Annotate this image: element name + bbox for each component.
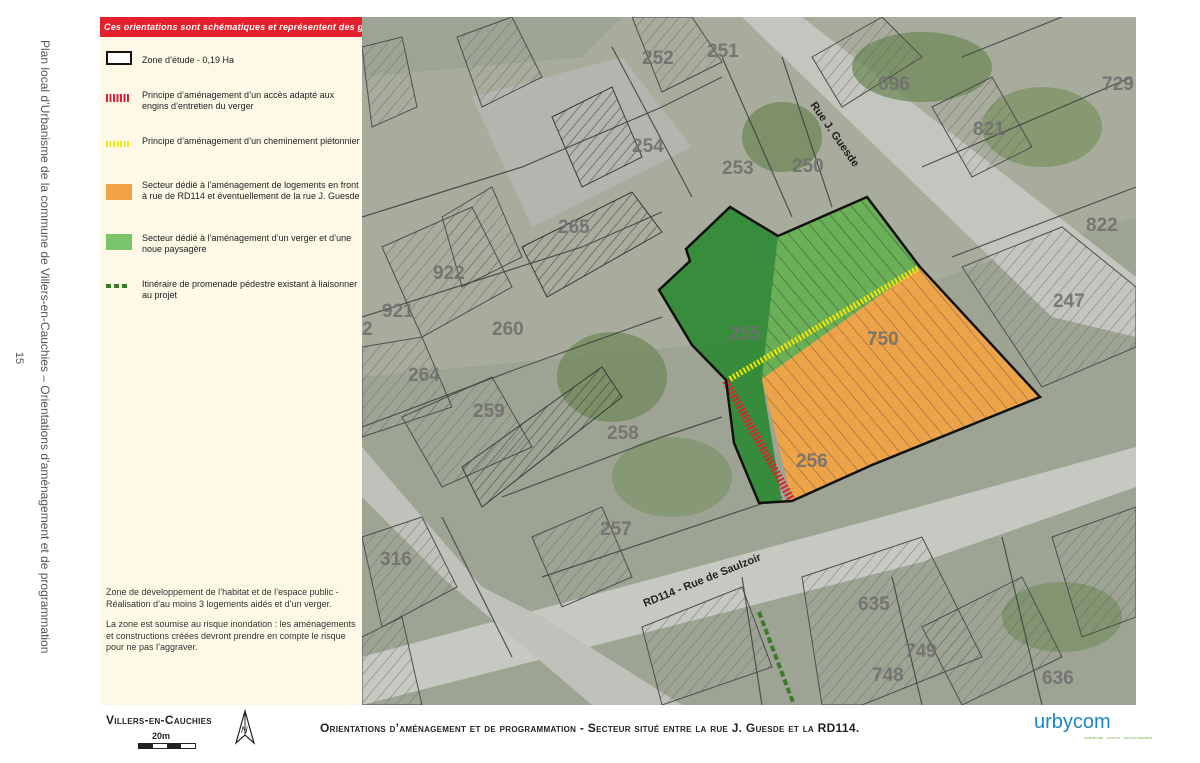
parcel-label: 821 [973,119,1005,140]
red-hatch-swatch [106,94,130,102]
parcel-label: 251 [707,41,739,62]
parcel-label: 260 [492,319,524,340]
zone-outline-swatch [106,51,132,65]
parcel-label: 255 [729,324,761,345]
parcel-label: 921 [382,301,414,322]
parcel-label: 264 [408,365,440,386]
logo-wordmark: urbycom [1034,711,1111,733]
parcel-label: 253 [722,158,754,179]
legend-label: Zone d’étude - 0,19 Ha [142,55,235,65]
parcel-label: 258 [607,423,639,444]
legend-label: Principe d’aménagement d’un cheminement … [142,136,360,146]
north-label: N [241,725,248,735]
parcel-label: 265 [558,217,590,238]
scale-graphic [138,743,196,749]
parcel-label: 252 [642,48,674,69]
legend-label: Itinéraire de promenade pédestre existan… [142,279,358,300]
aerial-map: 252 251 696 729 254 253 250 821 822 265 … [362,17,1136,705]
parcel-label: 257 [600,519,632,540]
yellow-hatch-swatch [106,141,130,147]
map-canvas: 252 251 696 729 254 253 250 821 822 265 … [362,17,1136,705]
commune-name: Villers-en-Cauchies [106,713,212,727]
parcel-label: 2 [362,319,373,340]
note-inondation: La zone est soumise au risque inondation… [106,619,356,652]
parcel-label: 250 [792,156,824,177]
note-habitat: Zone de développement de l’habitat et de… [106,587,339,609]
green-swatch [106,234,132,250]
legend-label: Secteur dédié à l’aménagement de logemen… [142,180,360,201]
parcel-label: 256 [796,451,828,472]
orange-swatch [106,184,132,200]
scale-bar: 20m [138,731,196,749]
parcel-label: 749 [905,641,937,662]
legend-label: Principe d’aménagement d’un accès adapté… [142,90,335,111]
parcel-label: 750 [867,329,899,350]
parcel-label: 635 [858,594,890,615]
document-title: Orientations d’aménagement et de program… [320,721,860,735]
parcel-label: 259 [473,401,505,422]
parcel-label: 822 [1086,215,1118,236]
parcel-label: 247 [1053,291,1085,312]
parcel-label: 729 [1102,74,1134,95]
legend-label: Secteur dédié à l’aménagement d’un verge… [142,233,352,254]
parcel-label: 748 [872,665,904,686]
parcel-label: 636 [1042,668,1074,689]
parcel-label: 696 [878,74,910,95]
logo-tagline: URBANISME · HABITAT · ENVIRONNEMENT [1084,736,1153,740]
parcel-label: 316 [380,549,412,570]
parcel-label: 922 [433,263,465,284]
scale-label: 20m [152,731,171,741]
running-title-text: Plan local d’Urbanisme de la commune de … [38,40,52,654]
title-block: Villers-en-Cauchies 20m N Orientations d… [100,705,1152,750]
dashed-green-swatch [106,284,130,288]
zone-notes: Zone de développement de l’habitat et de… [106,587,361,663]
north-arrow-icon: N [234,709,256,745]
page-number: 15 [13,351,26,365]
parcel-label: 254 [632,136,664,157]
oap-sheet: Ces orientations sont schématiques et re… [100,17,1152,750]
urbycom-logo: urbycom URBANISME · HABITAT · ENVIRONNEM… [1034,711,1152,745]
running-title: Plan local d’Urbanisme de la commune de … [30,40,56,680]
